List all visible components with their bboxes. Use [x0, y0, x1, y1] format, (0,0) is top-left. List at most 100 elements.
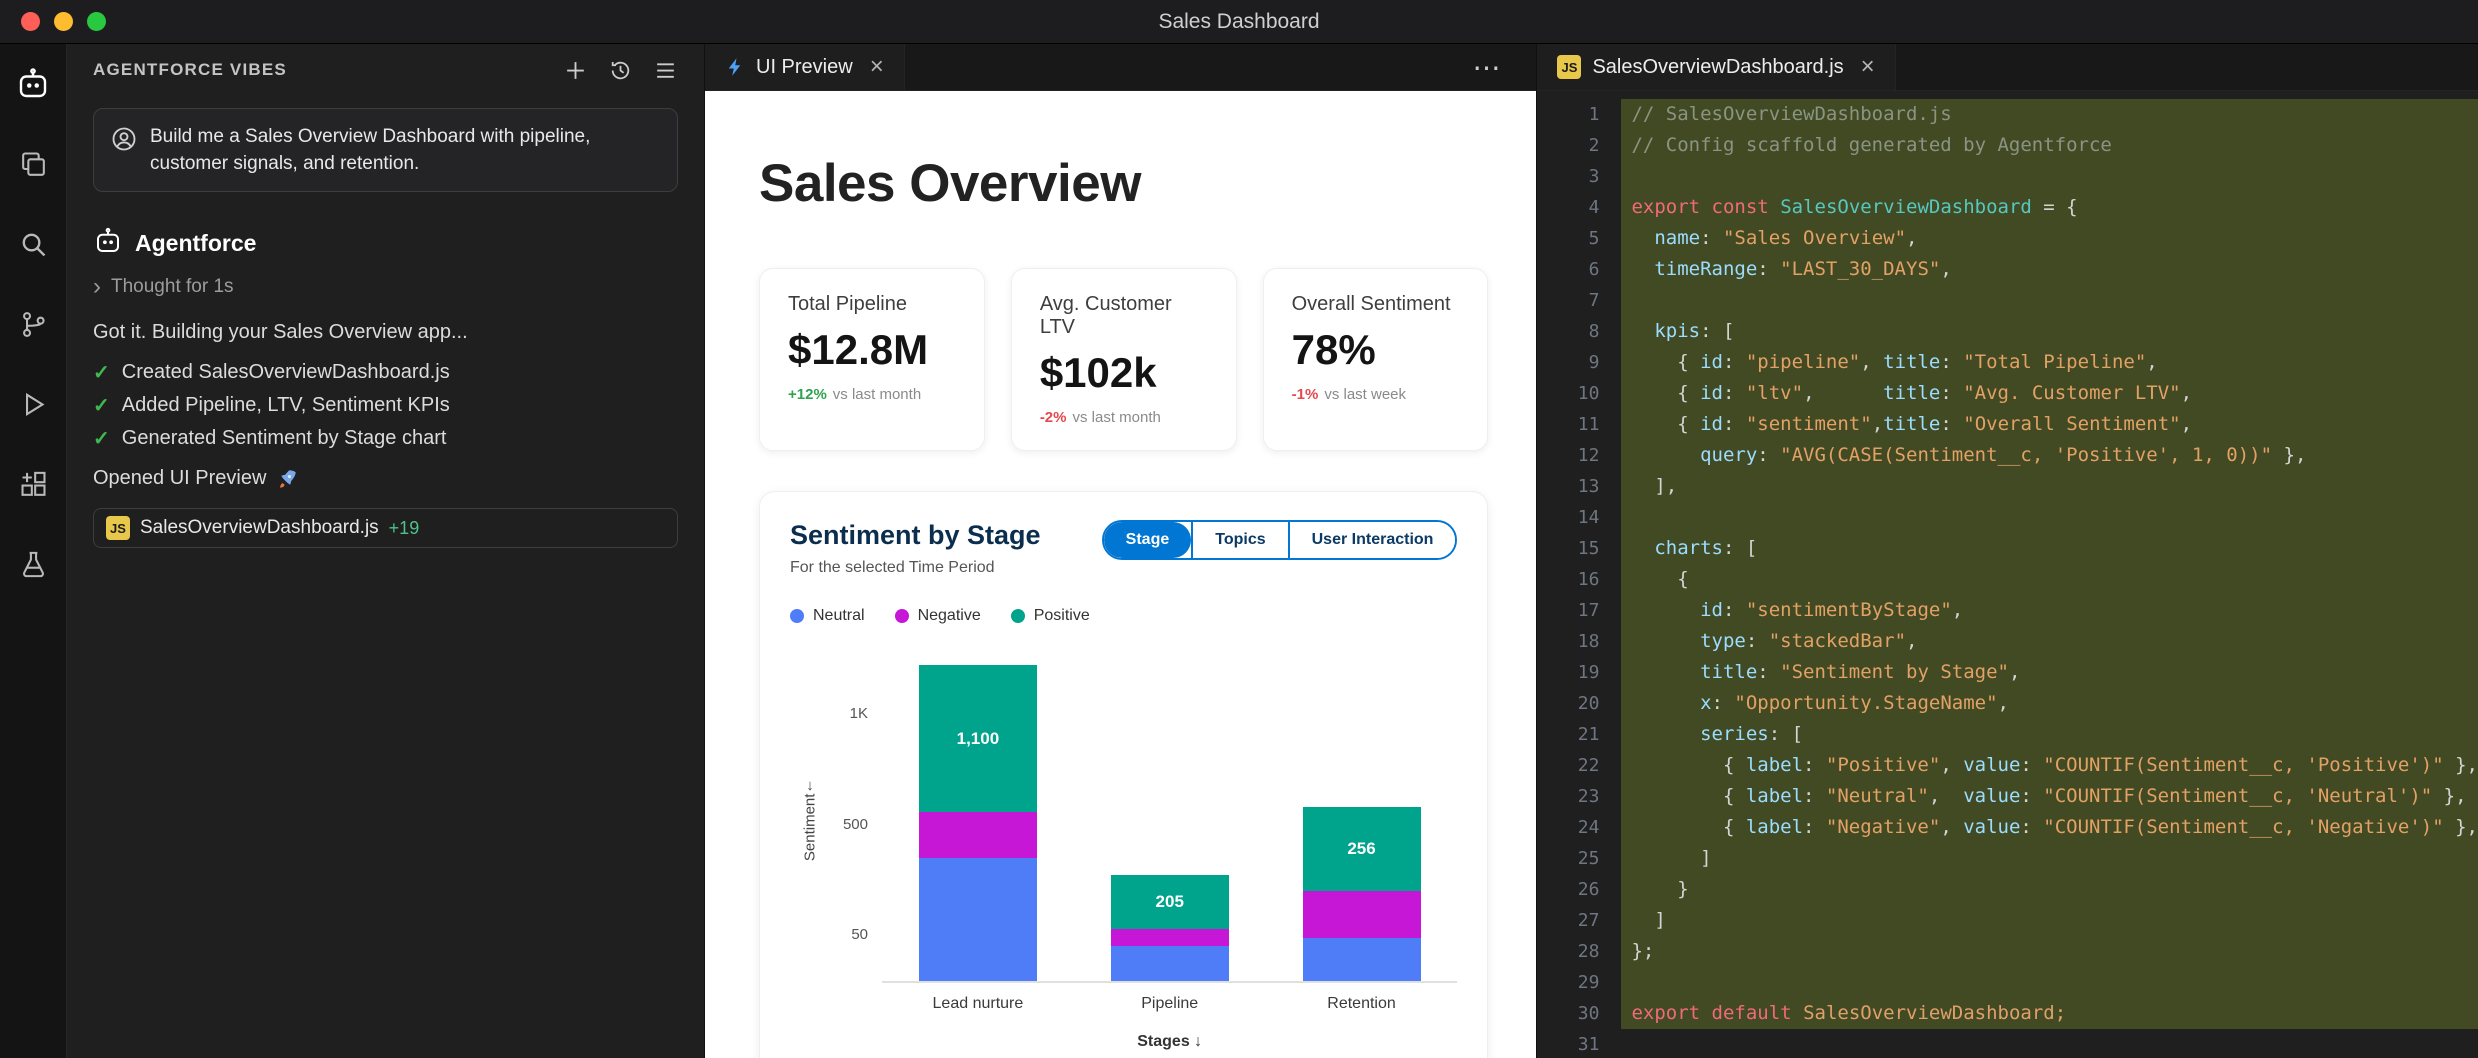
new-chat-icon[interactable] — [563, 58, 588, 83]
user-prompt-text: Build me a Sales Overview Dashboard with… — [150, 123, 661, 177]
extensions-icon[interactable] — [0, 444, 66, 524]
code-line[interactable]: 14 — [1537, 502, 2478, 533]
code-line-content: { label: "Neutral", value: "COUNTIF(Sent… — [1621, 781, 2478, 812]
line-number: 24 — [1537, 812, 1599, 843]
code-line[interactable]: 6 timeRange: "LAST_30_DAYS", — [1537, 254, 2478, 285]
opened-ui-preview-row: Opened UI Preview — [93, 467, 678, 490]
close-icon[interactable]: × — [1861, 53, 1875, 81]
line-number: 11 — [1537, 409, 1599, 440]
code-line[interactable]: 19 title: "Sentiment by Stage", — [1537, 657, 2478, 688]
code-line[interactable]: 9 { id: "pipeline", title: "Total Pipeli… — [1537, 347, 2478, 378]
code-line[interactable]: 22 { label: "Positive", value: "COUNTIF(… — [1537, 750, 2478, 781]
bar-retention: 256 — [1303, 807, 1421, 981]
agent-step: ✓Generated Sentiment by Stage chart — [93, 422, 678, 455]
x-axis-tick-label: Lead nurture — [882, 995, 1074, 1013]
line-number: 15 — [1537, 533, 1599, 564]
code-line[interactable]: 2// Config scaffold generated by Agentfo… — [1537, 130, 2478, 161]
bar-segment-neutral — [919, 858, 1037, 981]
line-number: 25 — [1537, 843, 1599, 874]
code-line[interactable]: 21 series: [ — [1537, 719, 2478, 750]
code-line[interactable]: 7 — [1537, 285, 2478, 316]
code-line-content — [1621, 1029, 2478, 1058]
tab-ui-preview[interactable]: UI Preview × — [705, 44, 905, 90]
source-control-icon[interactable] — [0, 284, 66, 364]
code-line[interactable]: 13 ], — [1537, 471, 2478, 502]
code-line[interactable]: 27 ] — [1537, 905, 2478, 936]
preview-tabbar: UI Preview × ⋯ — [705, 44, 1536, 91]
code-line[interactable]: 3 — [1537, 161, 2478, 192]
toggle-stage[interactable]: Stage — [1104, 522, 1192, 558]
editor-tabbar: JS SalesOverviewDashboard.js × — [1537, 44, 2478, 91]
thought-disclosure[interactable]: › Thought for 1s — [93, 275, 678, 299]
code-line[interactable]: 26 } — [1537, 874, 2478, 905]
kpi-delta-value: -2% — [1040, 409, 1067, 426]
code-line[interactable]: 31 — [1537, 1029, 2478, 1058]
code-line-content — [1621, 285, 2478, 316]
line-number: 6 — [1537, 254, 1599, 285]
code-line[interactable]: 11 { id: "sentiment",title: "Overall Sen… — [1537, 409, 2478, 440]
y-axis-label: Sentiment ↓ — [790, 653, 830, 1051]
line-number: 21 — [1537, 719, 1599, 750]
chart-title: Sentiment by Stage — [790, 520, 1041, 551]
session-list-icon[interactable] — [653, 58, 678, 83]
more-actions-icon[interactable]: ⋯ — [1472, 44, 1500, 90]
code-line[interactable]: 23 { label: "Neutral", value: "COUNTIF(S… — [1537, 781, 2478, 812]
code-line[interactable]: 18 type: "stackedBar", — [1537, 626, 2478, 657]
sidebar-agentforce-vibes: AGENTFORCE VIBES Build me — [66, 44, 705, 1058]
code-line[interactable]: 20 x: "Opportunity.StageName", — [1537, 688, 2478, 719]
legend-item-positive[interactable]: Positive — [1011, 607, 1090, 625]
line-number: 31 — [1537, 1029, 1599, 1058]
check-icon: ✓ — [93, 393, 110, 418]
code-line[interactable]: 4export const SalesOverviewDashboard = { — [1537, 192, 2478, 223]
agent-header: Agentforce — [93, 226, 678, 261]
user-avatar-icon — [110, 125, 138, 177]
copy-icon[interactable] — [0, 124, 66, 204]
code-line[interactable]: 16 { — [1537, 564, 2478, 595]
toggle-topics[interactable]: Topics — [1191, 522, 1287, 558]
close-window-button[interactable] — [21, 12, 40, 31]
code-line[interactable]: 17 id: "sentimentByStage", — [1537, 595, 2478, 626]
code-line[interactable]: 12 query: "AVG(CASE(Sentiment__c, 'Posit… — [1537, 440, 2478, 471]
code-editor[interactable]: 1// SalesOverviewDashboard.js2// Config … — [1537, 91, 2478, 1058]
code-line-content: // SalesOverviewDashboard.js — [1621, 99, 2478, 130]
preview-panel: UI Preview × ⋯ Sales Overview Total Pipe… — [705, 44, 1536, 1058]
code-line[interactable]: 8 kpis: [ — [1537, 316, 2478, 347]
y-axis-tick: 1K — [850, 705, 868, 722]
tab-editor-file[interactable]: JS SalesOverviewDashboard.js × — [1537, 44, 1895, 90]
down-arrow-icon: ↓ — [806, 777, 814, 794]
code-line[interactable]: 30export default SalesOverviewDashboard; — [1537, 998, 2478, 1029]
code-line[interactable]: 28}; — [1537, 936, 2478, 967]
history-icon[interactable] — [608, 58, 633, 83]
legend-item-negative[interactable]: Negative — [895, 607, 981, 625]
code-line[interactable]: 1// SalesOverviewDashboard.js — [1537, 99, 2478, 130]
zoom-window-button[interactable] — [87, 12, 106, 31]
user-prompt-message: Build me a Sales Overview Dashboard with… — [93, 108, 678, 192]
line-number: 3 — [1537, 161, 1599, 192]
y-axis-ticks: 1K50050 — [830, 653, 882, 983]
search-icon[interactable] — [0, 204, 66, 284]
code-line[interactable]: 15 charts: [ — [1537, 533, 2478, 564]
code-line[interactable]: 24 { label: "Negative", value: "COUNTIF(… — [1537, 812, 2478, 843]
close-icon[interactable]: × — [870, 53, 884, 81]
minimize-window-button[interactable] — [54, 12, 73, 31]
agent-step: ✓Created SalesOverviewDashboard.js — [93, 356, 678, 389]
stacked-bar-chart: Sentiment ↓ 1K50050 1,100205256 Lead nur… — [790, 653, 1457, 1051]
toggle-user-interaction[interactable]: User Interaction — [1288, 522, 1456, 558]
legend-label: Neutral — [813, 607, 865, 625]
beaker-icon[interactable] — [0, 524, 66, 604]
bar-data-label: 1,100 — [957, 729, 1000, 749]
legend-item-neutral[interactable]: Neutral — [790, 607, 865, 625]
titlebar: Sales Dashboard — [0, 0, 2478, 44]
code-line[interactable]: 25 ] — [1537, 843, 2478, 874]
agentforce-logo-icon[interactable] — [0, 44, 66, 124]
code-line-content: { label: "Negative", value: "COUNTIF(Sen… — [1621, 812, 2478, 843]
y-axis-tick: 500 — [843, 816, 868, 833]
code-line[interactable]: 29 — [1537, 967, 2478, 998]
code-line[interactable]: 5 name: "Sales Overview", — [1537, 223, 2478, 254]
modified-file-chip[interactable]: JS SalesOverviewDashboard.js +19 — [93, 508, 678, 548]
thought-label: Thought for 1s — [111, 276, 234, 298]
code-line[interactable]: 10 { id: "ltv", title: "Avg. Customer LT… — [1537, 378, 2478, 409]
chart-legend: Neutral Negative Positive — [790, 607, 1457, 625]
run-debug-icon[interactable] — [0, 364, 66, 444]
window-title: Sales Dashboard — [0, 10, 2478, 34]
